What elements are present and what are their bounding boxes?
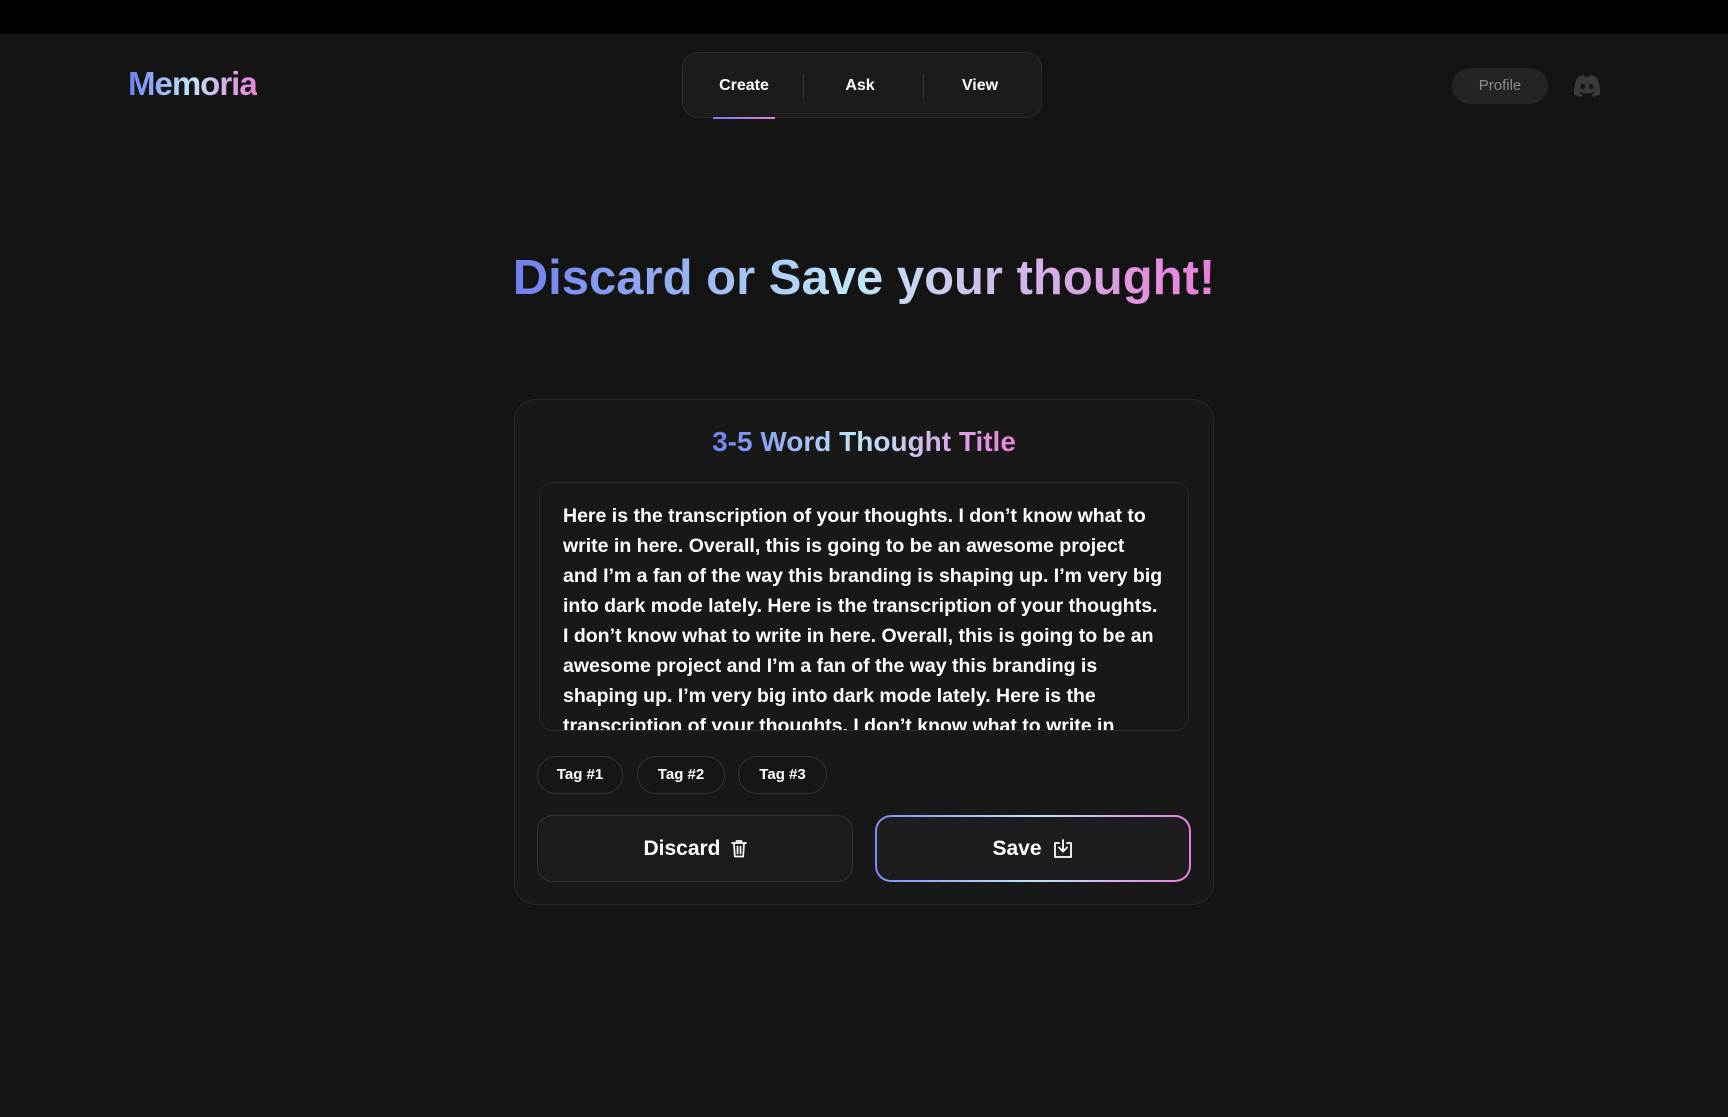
tag-chip[interactable]: Tag #1 — [537, 756, 623, 794]
trash-icon — [730, 839, 747, 858]
profile-button[interactable]: Profile — [1452, 68, 1548, 104]
page-title: Discard or Save your thought! — [0, 248, 1728, 308]
save-button-label: Save — [992, 836, 1042, 860]
nav-divider — [923, 74, 924, 98]
thought-title-text: 3-5 Word Thought Title — [712, 426, 1016, 457]
app-logo[interactable]: Memoria — [128, 64, 258, 104]
page-title-text: Discard or Save your thought! — [512, 251, 1216, 305]
tag-chip[interactable]: Tag #3 — [738, 756, 827, 794]
tab-ask[interactable]: Ask — [830, 53, 890, 119]
nav-divider — [803, 74, 804, 98]
thought-card: 3-5 Word Thought Title Here is the trans… — [514, 399, 1214, 905]
tag-chip[interactable]: Tag #2 — [637, 756, 725, 794]
transcript-box[interactable]: Here is the transcription of your though… — [539, 482, 1189, 731]
thought-title: 3-5 Word Thought Title — [515, 424, 1213, 460]
main-nav: Create Ask View — [682, 52, 1042, 119]
discard-button-label: Discard — [643, 836, 721, 860]
top-bar — [0, 0, 1728, 34]
discord-icon[interactable] — [1572, 74, 1602, 98]
save-button[interactable]: Save — [875, 815, 1191, 882]
tab-view[interactable]: View — [949, 53, 1011, 119]
save-icon — [1052, 838, 1074, 859]
tab-create[interactable]: Create — [713, 53, 775, 119]
discard-button[interactable]: Discard — [537, 815, 853, 882]
